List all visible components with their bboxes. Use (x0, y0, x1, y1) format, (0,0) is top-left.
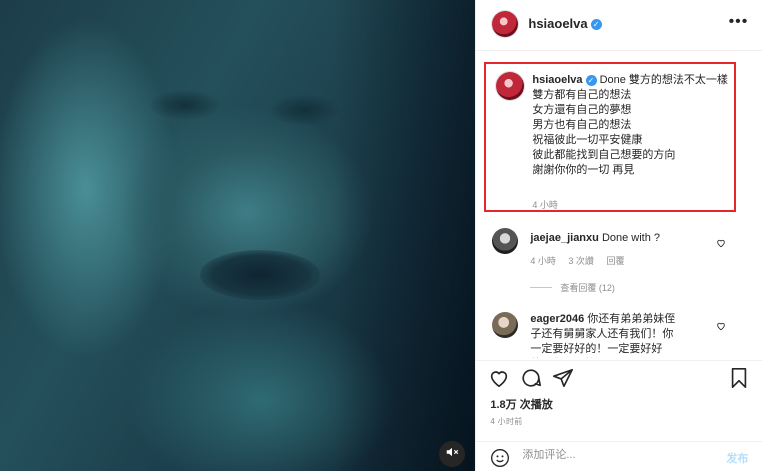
video-shade (335, 0, 476, 471)
avatar[interactable] (496, 72, 525, 100)
post-comment-button[interactable]: 发布 (726, 450, 748, 466)
divider (530, 287, 553, 288)
emoji-smiley-icon[interactable] (490, 448, 510, 473)
add-comment-bar: 发布 (476, 441, 762, 472)
view-replies-label: 查看回覆 (12) (560, 283, 615, 293)
caption-line: 彼此都能找到自己想要的方向 (532, 149, 676, 161)
heart-icon[interactable] (488, 367, 510, 394)
reply-button[interactable]: 回覆 (606, 256, 624, 266)
caption-line: 女方還有自己的夢想 (532, 104, 632, 116)
video-frame-detail (270, 95, 340, 125)
post-viewer: hsiaoelva ✓ ••• hsiaoelva ✓ Done 雙方的想法不太一樣… (0, 0, 762, 471)
caption-highlight: hsiaoelva ✓ Done 雙方的想法不太一樣 雙方都有自己的想法 女方還有… (484, 62, 737, 212)
mute-button[interactable] (439, 441, 465, 467)
caption-line: 雙方都有自己的想法 (532, 89, 632, 101)
view-count[interactable]: 1.8万 次播放 (490, 396, 552, 412)
post-video[interactable] (0, 0, 476, 471)
video-frame-detail (200, 250, 320, 300)
caption-line: 男方也有自己的想法 (532, 119, 632, 131)
comment-timestamp[interactable]: 4 小時 (530, 256, 556, 266)
comment-likes[interactable]: 3 次讚 (568, 256, 594, 266)
more-options-icon[interactable]: ••• (729, 13, 749, 31)
caption-line: 祝福彼此一切平安健康 (532, 134, 643, 146)
avatar[interactable] (492, 11, 519, 37)
comment-bubble-icon[interactable] (520, 367, 542, 394)
bookmark-icon[interactable] (728, 367, 750, 394)
verified-badge-icon: ✓ (590, 19, 602, 31)
paper-plane-icon[interactable] (552, 367, 574, 394)
comment-input[interactable] (520, 448, 705, 462)
header-username[interactable]: hsiaoelva (528, 16, 587, 31)
heart-icon[interactable] (716, 235, 726, 253)
caption-line: 謝謝你你的一切 再見 (532, 164, 635, 176)
verified-badge-icon: ✓ (585, 74, 597, 86)
speaker-muted-icon (445, 445, 459, 464)
caption-username[interactable]: hsiaoelva (532, 74, 582, 86)
comment-username[interactable]: eager2046 (530, 313, 584, 325)
caption-text: hsiaoelva ✓ Done 雙方的想法不太一樣 雙方都有自己的想法 女方還有… (532, 73, 728, 178)
post-side-panel: hsiaoelva ✓ ••• hsiaoelva ✓ Done 雙方的想法不太一樣… (475, 0, 762, 471)
caption-timestamp[interactable]: 4 小時 (532, 198, 558, 211)
avatar[interactable] (492, 228, 519, 254)
view-replies-button[interactable]: 查看回覆 (12) (530, 281, 615, 294)
comment-text: Done with ? (601, 232, 661, 244)
post-timestamp[interactable]: 4 小时前 (490, 416, 522, 427)
post-actions: 1.8万 次播放 4 小时前 发布 (476, 360, 762, 471)
caption-first-line: Done 雙方的想法不太一樣 (599, 74, 728, 86)
comment-username[interactable]: jaejae_jianxu (530, 232, 599, 244)
avatar[interactable] (492, 312, 519, 338)
post-header: hsiaoelva ✓ ••• (476, 0, 762, 51)
heart-icon[interactable] (716, 318, 726, 336)
video-frame-detail (150, 90, 220, 120)
